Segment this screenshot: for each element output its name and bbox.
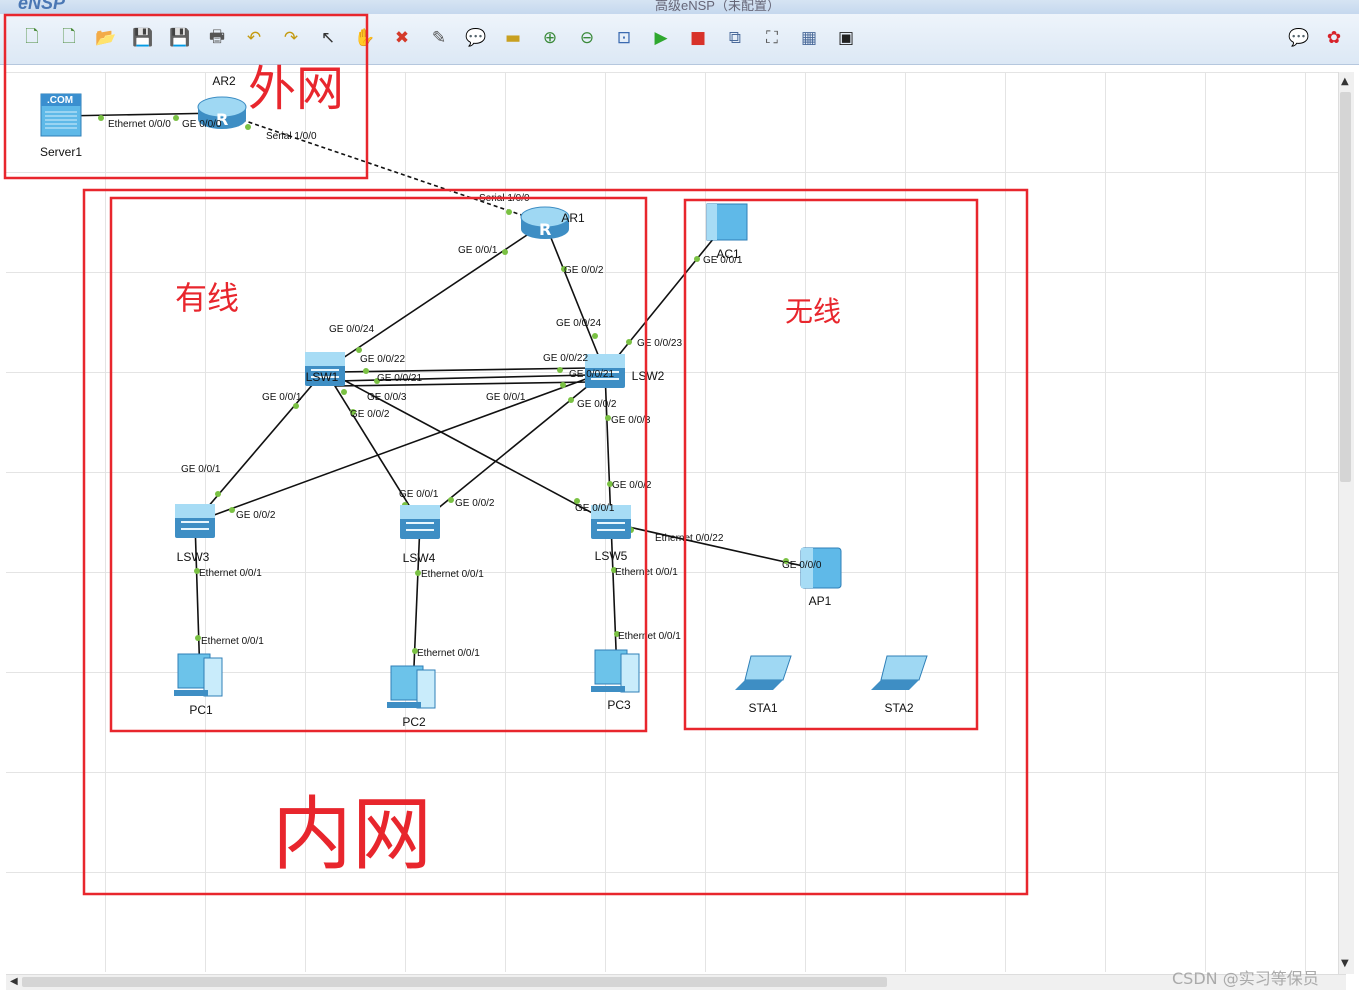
port-dot xyxy=(506,209,512,215)
pc2-pc-icon[interactable] xyxy=(387,665,436,709)
port-label: Ethernet 0/0/1 xyxy=(417,648,480,659)
svg-text:.COM: .COM xyxy=(47,95,73,106)
port-label: GE 0/0/24 xyxy=(556,318,601,329)
device-label-pc2: PC2 xyxy=(402,715,426,729)
port-dot xyxy=(502,249,508,255)
device-label-pc3: PC3 xyxy=(607,698,631,712)
watermark: CSDN @实习等保员 xyxy=(1172,969,1319,988)
port-label: GE 0/0/1 xyxy=(262,392,302,403)
port-label: GE 0/0/2 xyxy=(455,498,495,509)
device-label-sta2: STA2 xyxy=(884,701,913,715)
port-label: GE 0/0/2 xyxy=(577,399,617,410)
port-label: GE 0/0/22 xyxy=(543,353,588,364)
port-dot xyxy=(245,124,251,130)
link-lsw1-lsw3[interactable] xyxy=(194,369,326,523)
device-label-lsw4: LSW4 xyxy=(403,551,436,565)
zone-label-wired: 有线 xyxy=(175,279,239,317)
link-lsw1-lsw2[interactable] xyxy=(335,367,591,373)
device-label-lsw2: LSW2 xyxy=(632,369,665,383)
port-label: Ethernet 0/0/1 xyxy=(618,631,681,642)
port-label: GE 0/0/21 xyxy=(377,373,422,384)
port-dot xyxy=(448,497,454,503)
link-lsw2-lsw5[interactable] xyxy=(604,371,612,524)
lsw4-switch-icon[interactable] xyxy=(400,505,440,539)
ac1-ac-icon[interactable] xyxy=(706,203,748,241)
server1-server-icon[interactable]: .COM xyxy=(40,93,82,137)
scroll-left-arrow-icon[interactable]: ◀ xyxy=(10,976,18,987)
port-label: GE 0/0/24 xyxy=(329,324,374,335)
topology-diagram: .COMServer1RAR2RAR1AC1LSW1 LSW2LSW3 LSW4 LS… xyxy=(3,13,1029,896)
device-label-ar1: AR1 xyxy=(561,211,585,225)
device-label-ar2: AR2 xyxy=(212,74,236,88)
port-label: GE 0/0/1 xyxy=(486,392,526,403)
zone-label-internal: 内网 xyxy=(272,788,432,881)
zone-label-external: 外网 xyxy=(248,61,344,117)
scroll-up-arrow-icon[interactable]: ▲ xyxy=(1341,76,1349,87)
port-dot xyxy=(592,333,598,339)
port-label: GE 0/0/2 xyxy=(564,265,604,276)
sta1-laptop-icon[interactable] xyxy=(735,655,792,690)
scroll-down-arrow-icon[interactable]: ▼ xyxy=(1341,958,1349,969)
device-label-server1: Server1 xyxy=(40,145,82,159)
zone-label-wireless: 无线 xyxy=(785,295,841,328)
link-lsw4-pc2[interactable] xyxy=(412,522,421,691)
device-label-lsw5: LSW5 xyxy=(595,549,628,563)
port-label: GE 0/0/0 xyxy=(182,119,222,130)
port-label: GE 0/0/22 xyxy=(360,354,405,365)
port-dot xyxy=(560,382,566,388)
port-label: GE 0/0/1 xyxy=(399,489,439,500)
port-dot xyxy=(557,367,563,373)
port-label: GE 0/0/1 xyxy=(703,255,743,266)
port-label: Ethernet 0/0/1 xyxy=(201,636,264,647)
port-dot xyxy=(356,347,362,353)
port-label: GE 0/0/1 xyxy=(575,503,615,514)
port-dot xyxy=(293,403,299,409)
pc3-pc-icon[interactable] xyxy=(591,649,640,693)
link-server1-ar2[interactable] xyxy=(60,112,223,117)
port-dot xyxy=(215,491,221,497)
sta2-laptop-icon[interactable] xyxy=(871,655,928,690)
port-label: GE 0/0/2 xyxy=(350,409,390,420)
port-label: GE 0/0/3 xyxy=(367,392,407,403)
vertical-scroll-thumb[interactable] xyxy=(1340,92,1351,482)
svg-text:R: R xyxy=(539,220,551,239)
port-label: Ethernet 0/0/1 xyxy=(421,569,484,580)
port-dot xyxy=(173,115,179,121)
device-label-lsw1: LSW1 xyxy=(306,370,339,384)
port-dot xyxy=(626,339,632,345)
horizontal-scroll-thumb[interactable] xyxy=(22,977,887,987)
port-dot xyxy=(363,368,369,374)
port-label: Ethernet 0/0/1 xyxy=(199,568,262,579)
port-label: GE 0/0/0 xyxy=(782,560,822,571)
device-label-ap1: AP1 xyxy=(809,594,832,608)
port-label: Ethernet 0/0/22 xyxy=(655,533,724,544)
lsw3-switch-icon[interactable] xyxy=(175,504,215,538)
link-lsw1-lsw2[interactable] xyxy=(335,374,591,382)
device-label-sta1: STA1 xyxy=(748,701,777,715)
link-ac1-lsw2[interactable] xyxy=(604,221,728,373)
port-dot xyxy=(694,256,700,262)
port-label: Serial 1/0/0 xyxy=(266,131,317,142)
port-dot xyxy=(98,115,104,121)
device-label-lsw3: LSW3 xyxy=(177,550,210,564)
port-label: GE 0/0/1 xyxy=(458,245,498,256)
port-label: GE 0/0/23 xyxy=(637,338,682,349)
port-label: Ethernet 0/0/0 xyxy=(108,119,171,130)
wireless-zone-box xyxy=(683,198,979,731)
link-ar1-lsw2[interactable] xyxy=(544,222,606,373)
port-dot xyxy=(341,389,347,395)
device-label-pc1: PC1 xyxy=(189,703,213,717)
port-label: GE 0/0/21 xyxy=(569,369,614,380)
link-lsw1-lsw2[interactable] xyxy=(335,381,591,387)
port-dot xyxy=(229,507,235,513)
port-dot xyxy=(568,397,574,403)
pc1-pc-icon[interactable] xyxy=(174,653,223,697)
link-ar2-ar1[interactable] xyxy=(221,112,546,224)
port-label: GE 0/0/2 xyxy=(236,510,276,521)
port-label: GE 0/0/1 xyxy=(181,464,221,475)
